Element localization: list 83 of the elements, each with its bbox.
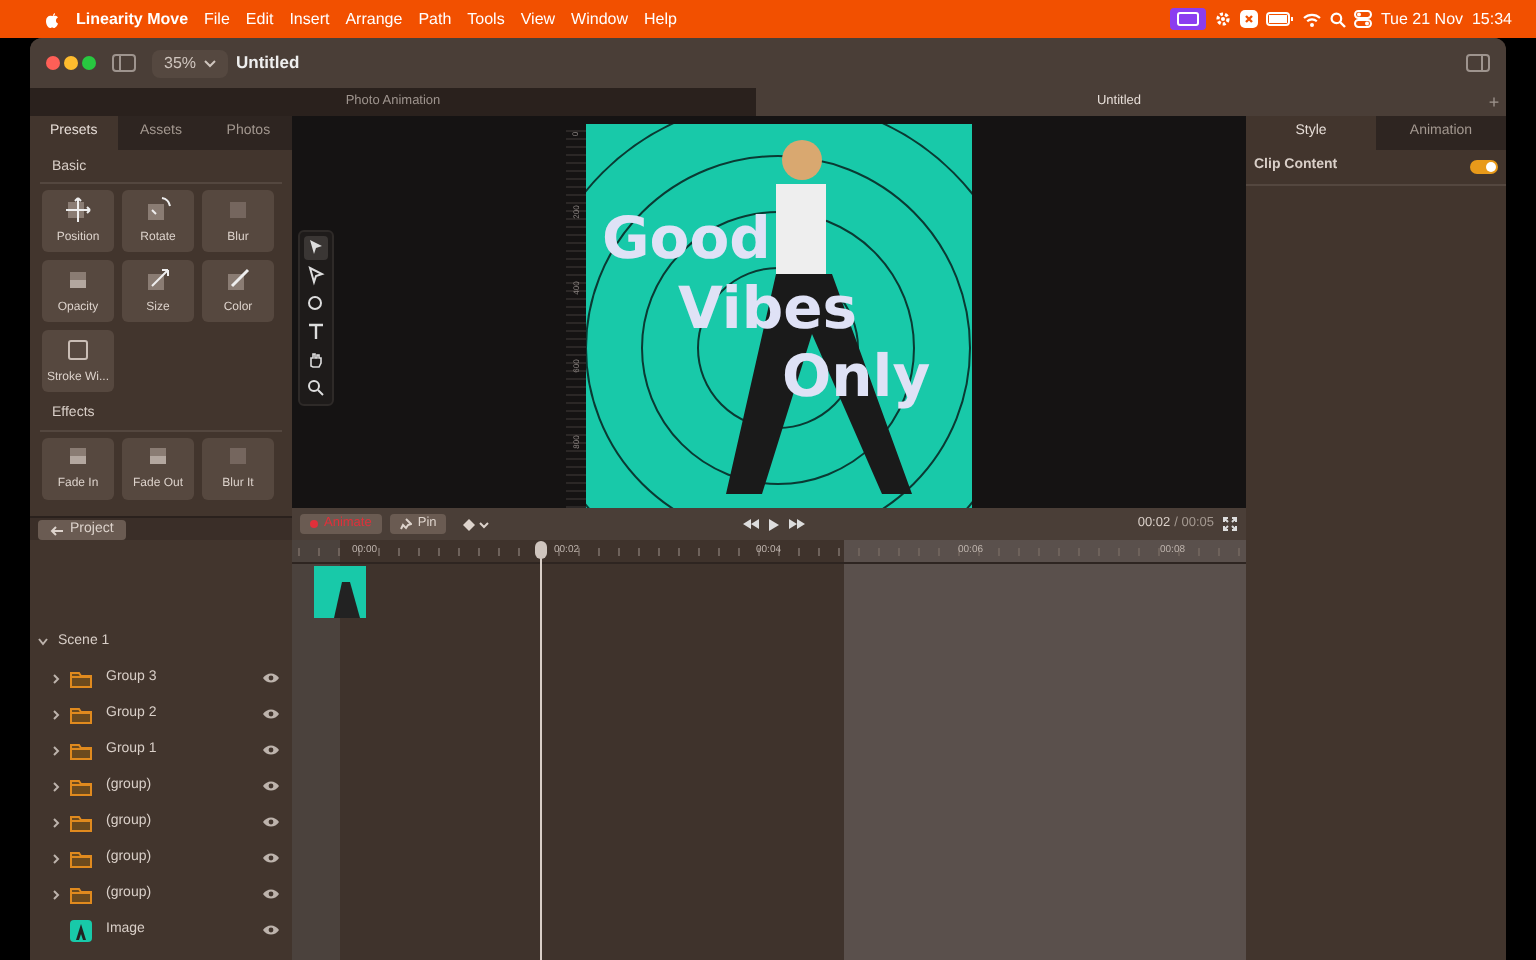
folder-icon bbox=[70, 669, 92, 687]
play-icon[interactable] bbox=[768, 517, 781, 531]
menu-item[interactable]: Help bbox=[644, 7, 677, 31]
chevron-right-icon[interactable] bbox=[52, 673, 60, 683]
fullscreen-icon[interactable] bbox=[1222, 516, 1238, 532]
rewind-icon[interactable] bbox=[742, 517, 761, 529]
chevron-down-icon[interactable] bbox=[38, 638, 48, 646]
folder-icon bbox=[70, 813, 92, 831]
rotate-preset-icon bbox=[144, 195, 172, 223]
new-tab-button[interactable]: + bbox=[1482, 88, 1506, 116]
zoom-dropdown[interactable]: 35% bbox=[152, 49, 229, 77]
menu-item[interactable]: Arrange bbox=[345, 7, 403, 31]
position-preset-icon bbox=[64, 195, 92, 223]
minimize-button[interactable] bbox=[64, 56, 78, 70]
stroke-preset-icon bbox=[64, 335, 92, 363]
eye-icon[interactable] bbox=[262, 708, 280, 720]
folder-icon bbox=[70, 885, 92, 903]
hand-tool-icon bbox=[306, 350, 326, 370]
eye-icon[interactable] bbox=[262, 852, 280, 864]
eye-icon[interactable] bbox=[262, 744, 280, 756]
eye-icon[interactable] bbox=[262, 924, 280, 936]
text-tool-icon bbox=[306, 322, 326, 342]
clip-thumbnail[interactable] bbox=[314, 566, 366, 618]
menu-item[interactable]: Window bbox=[571, 7, 628, 31]
select-tool-icon bbox=[306, 238, 326, 258]
playhead-handle[interactable] bbox=[534, 540, 549, 960]
close-button[interactable] bbox=[46, 56, 60, 70]
clock-text: Tue 21 Nov 15:34 bbox=[1380, 7, 1512, 31]
menu-item[interactable]: Edit bbox=[245, 7, 274, 31]
folder-icon bbox=[70, 849, 92, 867]
app-status-icon[interactable] bbox=[1240, 10, 1259, 28]
chevron-right-icon[interactable] bbox=[52, 817, 60, 827]
menu-item[interactable]: File bbox=[204, 7, 230, 31]
opacity-preset-icon bbox=[144, 442, 172, 470]
gear-icon[interactable] bbox=[1214, 10, 1233, 28]
opacity-preset-icon bbox=[64, 442, 92, 470]
tool-button[interactable] bbox=[304, 264, 328, 288]
tool-button[interactable] bbox=[304, 292, 328, 316]
tool-button[interactable] bbox=[304, 348, 328, 372]
menu-item[interactable]: View bbox=[520, 7, 556, 31]
tool-button[interactable] bbox=[304, 376, 328, 400]
fast-forward-icon[interactable] bbox=[788, 517, 807, 529]
tool-button[interactable] bbox=[304, 320, 328, 344]
image-thumbnail-icon bbox=[70, 919, 92, 941]
chevron-right-icon[interactable] bbox=[52, 745, 60, 755]
folder-icon bbox=[70, 705, 92, 723]
menu-item[interactable]: Tools bbox=[467, 7, 505, 31]
wifi-icon[interactable] bbox=[1302, 11, 1323, 27]
blur-preset-icon bbox=[224, 442, 252, 470]
zoom-button[interactable] bbox=[82, 56, 96, 70]
pin-icon bbox=[399, 518, 412, 530]
chevron-down-icon bbox=[204, 59, 217, 67]
chevron-right-icon[interactable] bbox=[52, 709, 60, 719]
chevron-right-icon[interactable] bbox=[52, 889, 60, 899]
eye-icon[interactable] bbox=[262, 672, 280, 684]
shape-tool-icon bbox=[306, 294, 326, 314]
size-preset-icon bbox=[144, 265, 172, 293]
document-title: Untitled bbox=[236, 50, 300, 76]
control-center-icon[interactable] bbox=[1354, 10, 1373, 28]
inspector-toggle-icon[interactable] bbox=[1466, 54, 1490, 72]
app-menu[interactable]: Linearity Move bbox=[76, 7, 189, 31]
eye-icon[interactable] bbox=[262, 816, 280, 828]
chevron-right-icon[interactable] bbox=[52, 853, 60, 863]
screen-share-icon[interactable] bbox=[1170, 8, 1207, 30]
apple-logo-icon[interactable] bbox=[44, 10, 60, 28]
chevron-right-icon[interactable] bbox=[52, 781, 60, 791]
keyframe-dropdown-icon[interactable] bbox=[462, 517, 491, 531]
arrow-left-icon bbox=[50, 525, 64, 535]
tool-button[interactable] bbox=[304, 236, 328, 260]
menu-item[interactable]: Path bbox=[418, 7, 452, 31]
search-icon[interactable] bbox=[1330, 11, 1347, 27]
sidebar-toggle-icon[interactable] bbox=[112, 54, 136, 72]
clip-content-toggle[interactable] bbox=[1470, 159, 1498, 173]
folder-icon bbox=[70, 741, 92, 759]
eye-icon[interactable] bbox=[262, 780, 280, 792]
zoom-tool-icon bbox=[306, 378, 326, 398]
record-icon bbox=[310, 520, 318, 528]
color-preset-icon bbox=[224, 265, 252, 293]
folder-icon bbox=[70, 777, 92, 795]
direct-tool-icon bbox=[306, 266, 326, 286]
battery-icon[interactable] bbox=[1266, 12, 1295, 26]
eye-icon[interactable] bbox=[262, 888, 280, 900]
menu-item[interactable]: Insert bbox=[289, 7, 330, 31]
